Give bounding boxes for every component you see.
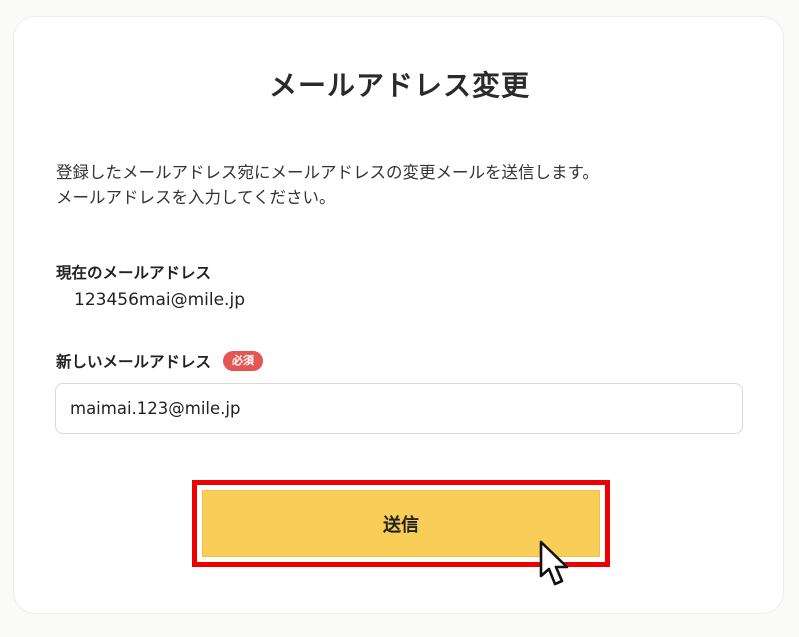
description-line: メールアドレスを入力してください。 — [56, 188, 336, 207]
required-badge: 必須 — [223, 351, 264, 371]
mouse-pointer-icon — [539, 540, 569, 586]
current-email-value: 123456mai@mile.jp — [74, 290, 245, 310]
new-email-input[interactable] — [55, 383, 743, 434]
current-email-label: 現在のメールアドレス — [56, 264, 212, 282]
new-email-label-row: 新しいメールアドレス 必須 — [56, 350, 264, 372]
page-title: メールアドレス変更 — [268, 69, 530, 102]
page-description: 登録したメールアドレス宛にメールアドレスの変更メールを送信します。 メールアドレ… — [56, 160, 599, 210]
description-line: 登録したメールアドレス宛にメールアドレスの変更メールを送信します。 — [56, 163, 599, 182]
new-email-label: 新しいメールアドレス — [56, 353, 212, 371]
